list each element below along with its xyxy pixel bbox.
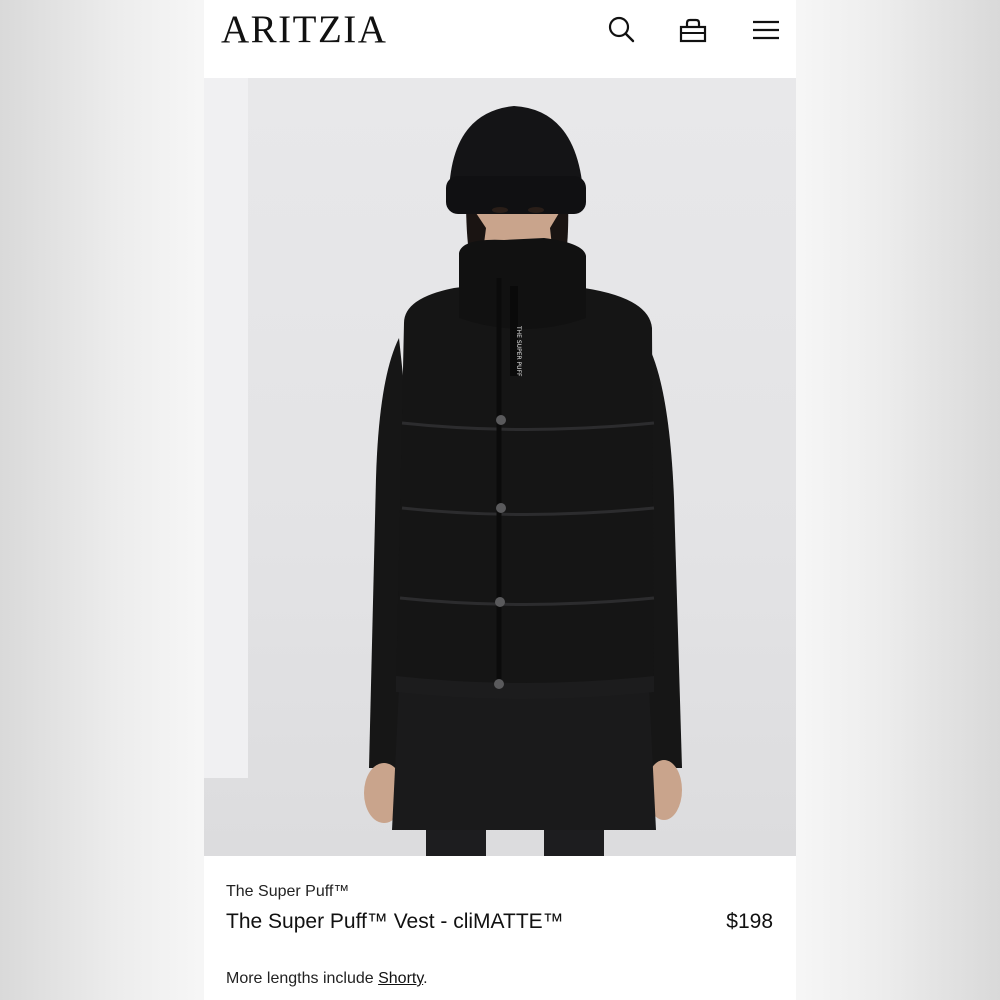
product-price: $198 xyxy=(726,910,773,933)
bag-icon[interactable] xyxy=(677,14,709,46)
menu-icon[interactable] xyxy=(750,14,782,46)
product-collection[interactable]: The Super Puff™ xyxy=(226,883,349,901)
more-lengths-text: More lengths include Shorty. xyxy=(226,970,428,988)
zipper-tape-text: THE SUPER PUFF xyxy=(515,325,522,377)
site-header: ARITZIA xyxy=(204,0,796,78)
search-icon[interactable] xyxy=(606,14,638,46)
brand-logo[interactable]: ARITZIA xyxy=(221,10,387,50)
more-lengths-suffix: . xyxy=(423,970,428,987)
product-info: The Super Puff™ The Super Puff™ Vest - c… xyxy=(204,856,796,1000)
more-lengths-prefix: More lengths include xyxy=(226,970,379,987)
shorty-link[interactable]: Shorty xyxy=(378,970,423,987)
product-image[interactable]: THE SUPER PUFF xyxy=(204,78,796,856)
product-page: ARITZIA THE SUPER PUFF The Super Puff™ T… xyxy=(204,0,796,1000)
product-name[interactable]: The Super Puff™ Vest - cliMATTE™ xyxy=(226,910,564,934)
model-illustration: THE SUPER PUFF xyxy=(204,78,682,856)
